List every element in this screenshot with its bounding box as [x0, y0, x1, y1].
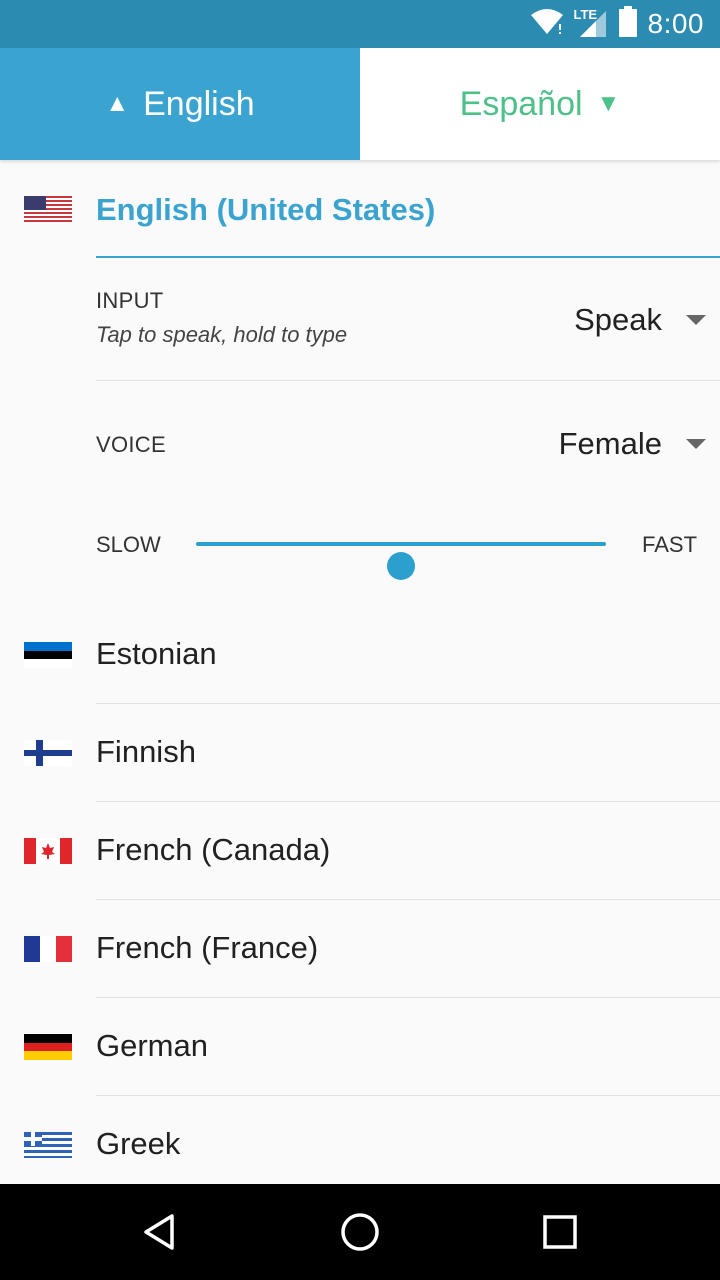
language-header: ▲ English Español ▼ [0, 48, 720, 160]
recents-button[interactable] [536, 1208, 584, 1256]
language-name: Finnish [96, 734, 196, 769]
list-item[interactable]: German [0, 998, 720, 1096]
network-label: LTE [573, 7, 598, 22]
speed-setting: SLOW FAST [0, 520, 720, 580]
selected-language-name: English (United States) [96, 192, 436, 227]
back-button[interactable] [136, 1208, 184, 1256]
list-item[interactable]: Greek [0, 1096, 720, 1184]
navigation-bar [0, 1184, 720, 1280]
language-settings-panel: English (United States) INPUT Tap to spe… [0, 160, 720, 1184]
voice-dropdown[interactable]: Female [559, 426, 706, 462]
list-item[interactable]: Finnish [0, 704, 720, 802]
arrow-down-icon: ▼ [596, 90, 621, 117]
battery-icon [618, 5, 638, 43]
home-icon [341, 1213, 379, 1251]
greece-flag-icon [24, 1132, 72, 1158]
target-language-label: Español [459, 84, 583, 123]
voice-setting[interactable]: VOICE Female [96, 426, 720, 472]
list-item[interactable]: Estonian [0, 606, 720, 704]
canada-flag-icon [24, 838, 72, 864]
slow-label: SLOW [96, 532, 161, 557]
clock: 8:00 [647, 8, 704, 39]
source-language-label: English [143, 84, 255, 123]
language-name: Greek [96, 1126, 181, 1161]
finland-flag-icon [24, 740, 72, 766]
recents-icon [543, 1215, 577, 1249]
estonia-flag-icon [24, 642, 72, 668]
speed-slider-track[interactable] [196, 542, 606, 580]
language-list: Estonian Finnish French (Canada) French … [0, 606, 720, 1184]
status-bar: LTE 8:00 [0, 0, 720, 48]
language-name: French (France) [96, 930, 319, 965]
status-icons: LTE 8:00 [530, 0, 705, 48]
input-mode-dropdown[interactable]: Speak [574, 302, 706, 338]
back-icon [144, 1214, 174, 1250]
us-flag-icon [24, 196, 72, 222]
germany-flag-icon [24, 1034, 72, 1060]
chevron-down-icon [686, 315, 706, 325]
input-setting[interactable]: INPUT Tap to speak, hold to type Speak [96, 288, 720, 354]
language-name: French (Canada) [96, 832, 331, 867]
selected-language-row[interactable]: English (United States) [0, 160, 720, 258]
home-button[interactable] [336, 1208, 384, 1256]
source-language-tab[interactable]: ▲ English [0, 48, 360, 160]
voice-value: Female [558, 426, 662, 461]
france-flag-icon [24, 936, 72, 962]
arrow-up-icon: ▲ [105, 90, 130, 117]
language-name: Estonian [96, 636, 217, 671]
chevron-down-icon [686, 439, 706, 449]
target-language-tab[interactable]: Español ▼ [360, 48, 720, 160]
list-item[interactable]: French (Canada) [0, 802, 720, 900]
divider [96, 380, 720, 381]
speed-slider-thumb[interactable] [387, 552, 415, 580]
input-mode-value: Speak [574, 302, 662, 337]
language-name: German [96, 1028, 208, 1063]
wifi-icon [530, 8, 564, 41]
signal-icon: LTE [573, 7, 608, 39]
list-item[interactable]: French (France) [0, 900, 720, 998]
fast-label: FAST [642, 532, 698, 557]
selected-language-underline [96, 256, 720, 258]
